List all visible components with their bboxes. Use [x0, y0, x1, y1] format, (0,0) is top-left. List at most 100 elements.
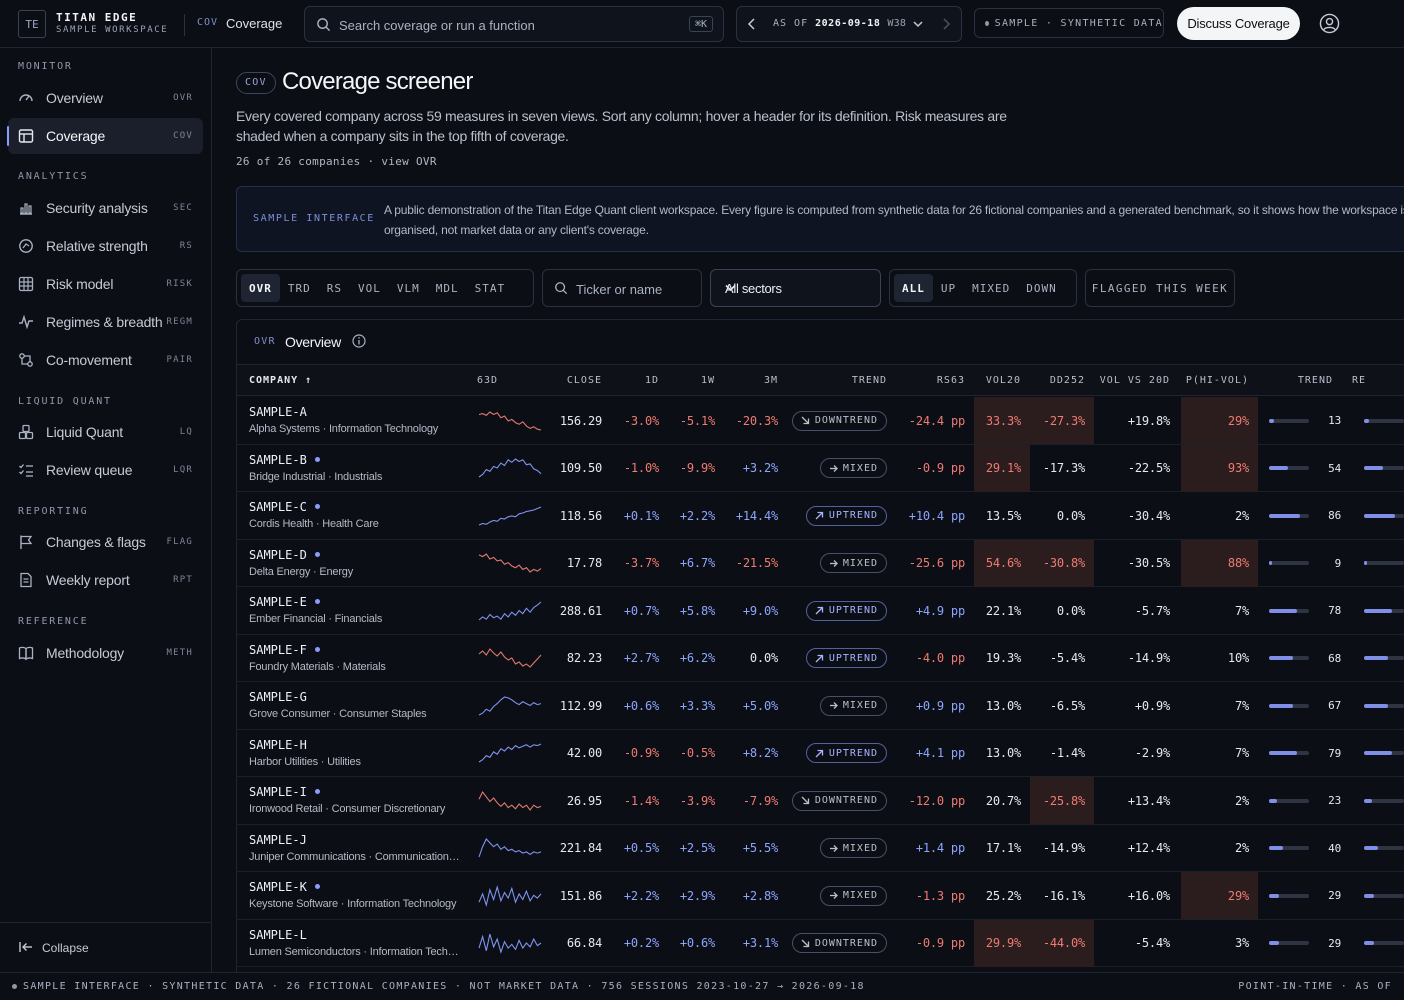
sidebar-item-label: Review queue: [46, 462, 133, 478]
column-header-1d[interactable]: 1D: [607, 375, 659, 386]
collapse-sidebar-button[interactable]: Collapse: [0, 922, 211, 972]
global-search[interactable]: ⌘K: [304, 6, 724, 42]
company-cell[interactable]: SAMPLE-K Keystone Software · Information …: [237, 872, 467, 919]
sidebar-item-coverage[interactable]: Coverage COV: [7, 118, 203, 154]
company-cell[interactable]: SAMPLE-A Alpha Systems · Information Tech…: [237, 397, 467, 444]
column-header-p-hi-vol[interactable]: P(HI-VOL): [1181, 375, 1249, 386]
chevron-left-icon[interactable]: [747, 18, 757, 30]
table-row[interactable]: SAMPLE-L Lumen Semiconductors · Informati…: [237, 919, 1404, 967]
table-row[interactable]: SAMPLE-D Delta Energy · Energy 17.78 -3.7% +…: [237, 539, 1404, 587]
table-row[interactable]: SAMPLE-I Ironwood Retail · Consumer Discr…: [237, 777, 1404, 825]
trend-badge: MIXED: [819, 885, 887, 906]
trend-score-fill: [1269, 941, 1280, 945]
company-cell[interactable]: SAMPLE-J Juniper Communications · Communi…: [237, 825, 467, 872]
table-row[interactable]: SAMPLE-F Foundry Materials · Materials 82.…: [237, 635, 1404, 682]
table-row[interactable]: SAMPLE-E Ember Financial · Financials 288.…: [237, 587, 1404, 635]
chevron-right-icon[interactable]: [941, 18, 951, 30]
sidebar-item-label: Relative strength: [46, 238, 148, 254]
as-of-selector[interactable]: AS OF 2026-09-18 W38: [736, 6, 962, 42]
close-cell: 118.56: [559, 508, 602, 523]
sidebar-item-risk-model[interactable]: Risk model RISK: [8, 266, 203, 302]
company-cell[interactable]: SAMPLE-D Delta Energy · Energy: [237, 540, 467, 587]
sidebar-item-changes-flags[interactable]: Changes & flags FLAG: [8, 524, 203, 560]
search-input[interactable]: [339, 15, 669, 35]
sidebar-item-security-analysis[interactable]: Security analysis SEC: [8, 190, 203, 226]
breadcrumb-code: COV: [197, 17, 219, 28]
sparkline: [477, 540, 545, 587]
trend-badge: MIXED: [819, 458, 887, 478]
sidebar-item-liquid-quant[interactable]: Liquid Quant LQ: [8, 414, 203, 450]
sidebar-item-relative-strength[interactable]: Relative strength RS: [8, 228, 203, 264]
arrow-down-right-icon: [801, 939, 810, 948]
trend-filter-all[interactable]: ALL: [894, 274, 933, 302]
company-cell[interactable]: SAMPLE-E Ember Financial · Financials: [237, 587, 467, 634]
table-row[interactable]: SAMPLE-H Harbor Utilities · Utilities 42.0…: [237, 730, 1404, 777]
column-header-vol20[interactable]: VOL20: [974, 375, 1021, 386]
table-row[interactable]: SAMPLE-K Keystone Software · Information …: [237, 872, 1404, 920]
sidebar-item-review-queue[interactable]: Review queue LQR: [8, 452, 203, 488]
sidebar-item-methodology[interactable]: Methodology METH: [8, 635, 203, 671]
company-cell[interactable]: SAMPLE-C Cordis Health · Health Care: [237, 492, 467, 539]
sector-select[interactable]: All sectors: [710, 269, 881, 307]
column-header-company[interactable]: COMPANY ↑: [249, 375, 312, 386]
dd252-cell: -27.3%: [1030, 397, 1094, 444]
dd252-cell: -25.8%: [1030, 777, 1094, 824]
tab-vlm[interactable]: VLM: [389, 274, 428, 302]
column-header-3m[interactable]: 3M: [717, 375, 778, 386]
trend-filter-down[interactable]: DOWN: [1018, 274, 1065, 302]
chevron-down-icon[interactable]: [913, 19, 923, 29]
table-row[interactable]: SAMPLE-C Cordis Health · Health Care 118.5…: [237, 492, 1404, 540]
tab-trd[interactable]: TRD: [280, 274, 319, 302]
tab-mdl[interactable]: MDL: [428, 274, 467, 302]
column-header-1w[interactable]: 1W: [662, 375, 715, 386]
sidebar-item-label: Weekly report: [46, 572, 130, 588]
tab-stat[interactable]: STAT: [467, 274, 514, 302]
trend-score-bar: [1269, 825, 1311, 872]
company-cell[interactable]: SAMPLE-I Ironwood Retail · Consumer Discr…: [237, 777, 467, 824]
column-header-dd252[interactable]: DD252: [1030, 375, 1085, 386]
breadcrumb-label[interactable]: Coverage: [226, 16, 282, 31]
dd252-cell: 0.0%: [1056, 603, 1085, 618]
flagged-this-week-button[interactable]: FLAGGED THIS WEEK: [1085, 269, 1235, 307]
sidebar-item-regimes-breadth[interactable]: Regimes & breadth REGM: [8, 304, 203, 340]
trend-badge: UPTREND: [805, 743, 887, 763]
company-cell[interactable]: SAMPLE-B Bridge Industrial · Industrials: [237, 445, 467, 492]
column-header-vol-vs-20d[interactable]: VOL VS 20D: [1094, 375, 1170, 386]
sparkline-line: [478, 695, 542, 715]
re-score-fill: [1364, 513, 1395, 518]
column-header-rs63[interactable]: RS63: [892, 375, 965, 386]
trend-filter-mixed[interactable]: MIXED: [964, 274, 1018, 302]
sidebar-item-co-movement[interactable]: Co-movement PAIR: [8, 342, 203, 378]
trend-badge: DOWNTREND: [791, 790, 887, 811]
sidebar-item-overview[interactable]: Overview OVR: [8, 80, 203, 116]
tab-rs[interactable]: RS: [319, 274, 350, 302]
trend-filter-up[interactable]: UP: [933, 274, 964, 302]
column-header-63d[interactable]: 63D: [477, 375, 498, 386]
company-cell[interactable]: SAMPLE-L Lumen Semiconductors · Informati…: [237, 920, 467, 967]
company-cell[interactable]: SAMPLE-G Grove Consumer · Consumer Staple…: [237, 682, 467, 729]
trend-score-cell: 79: [1328, 746, 1341, 760]
re-score-track: [1364, 466, 1404, 470]
tab-vol[interactable]: VOL: [350, 274, 389, 302]
info-icon[interactable]: [352, 334, 366, 348]
tab-ovr[interactable]: OVR: [241, 274, 280, 302]
table-row[interactable]: SAMPLE-A Alpha Systems · Information Tech…: [237, 397, 1404, 445]
column-header-close[interactable]: CLOSE: [537, 375, 602, 386]
change-3m-cell: -7.9%: [742, 793, 778, 808]
table-row[interactable]: SAMPLE-G Grove Consumer · Consumer Staple…: [237, 682, 1404, 730]
vol20-cell: 13.0%: [985, 746, 1021, 760]
logo[interactable]: TE: [18, 10, 46, 38]
gauge-icon: [18, 90, 34, 106]
company-cell[interactable]: SAMPLE-H Harbor Utilities · Utilities: [237, 730, 467, 777]
column-header-re[interactable]: RE: [1352, 375, 1366, 386]
column-header-trend[interactable]: TREND: [797, 375, 887, 386]
ticker-filter[interactable]: [542, 269, 702, 307]
column-header-trend-score[interactable]: TREND: [1277, 375, 1333, 386]
company-cell[interactable]: SAMPLE-F Foundry Materials · Materials: [237, 635, 467, 682]
table-row[interactable]: SAMPLE-J Juniper Communications · Communi…: [237, 825, 1404, 872]
sidebar-item-weekly-report[interactable]: Weekly report RPT: [8, 562, 203, 598]
ticker-input[interactable]: [576, 279, 696, 299]
discuss-coverage-button[interactable]: Discuss Coverage: [1177, 7, 1300, 40]
user-icon[interactable]: [1319, 13, 1340, 34]
table-row[interactable]: SAMPLE-B Bridge Industrial · Industrials 1…: [237, 444, 1404, 492]
